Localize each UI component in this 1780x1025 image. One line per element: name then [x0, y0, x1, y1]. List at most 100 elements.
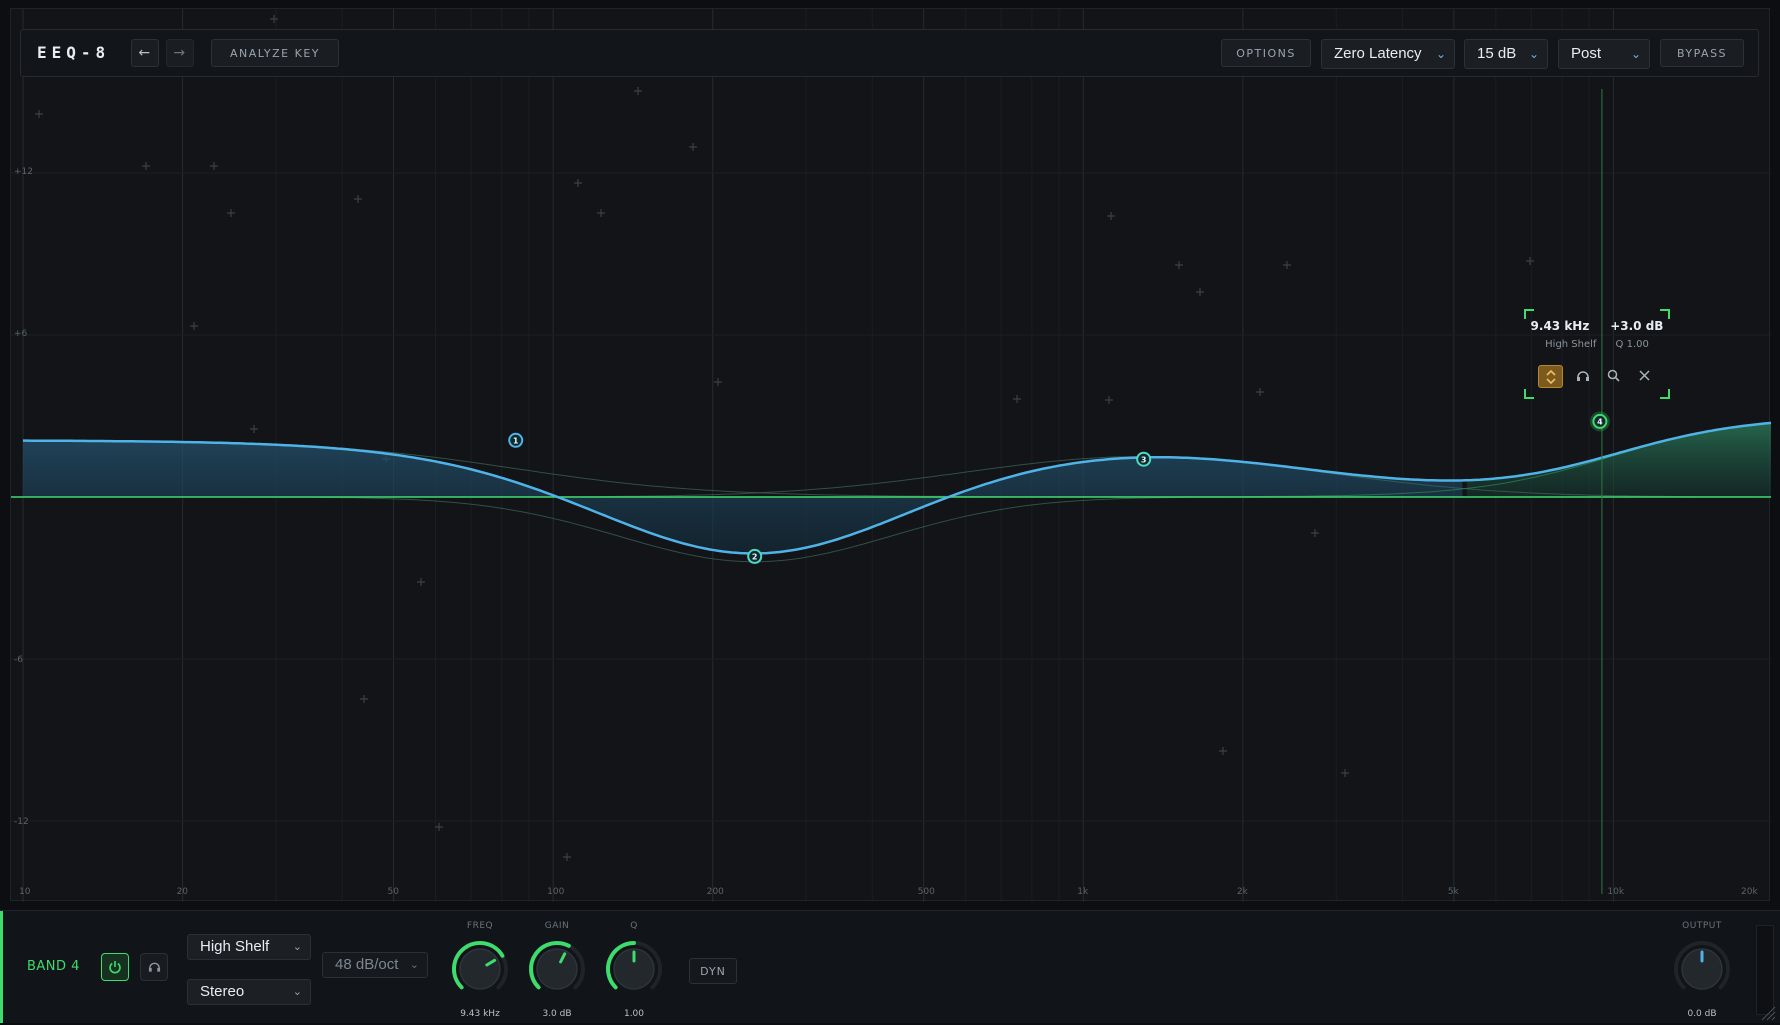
close-icon[interactable]: [1633, 365, 1656, 386]
star-dot: [270, 15, 278, 23]
mode-select[interactable]: Post ⌄: [1558, 39, 1650, 69]
q-knob-title: Q: [630, 921, 638, 931]
star-dot: [1311, 529, 1319, 537]
slope-select[interactable]: 48 dB/oct ⌄: [322, 952, 428, 978]
star-dot: [210, 162, 218, 170]
star-dot: [250, 425, 258, 433]
band-tooltip: 9.43 kHz +3.0 dB High Shelf Q 1.00: [1524, 309, 1670, 399]
range-value: 15 dB: [1477, 45, 1517, 62]
bypass-label: BYPASS: [1676, 46, 1728, 60]
arrow-left-icon: ←: [138, 45, 152, 61]
x-tick-label: 500: [917, 887, 935, 897]
output-meter: [1756, 925, 1774, 1015]
power-icon: [109, 961, 121, 974]
latency-value: Zero Latency: [1334, 45, 1422, 62]
star-dot: [354, 195, 362, 203]
band-node-2[interactable]: 2: [747, 548, 763, 564]
x-tick-label: 1k: [1077, 887, 1089, 897]
band-node-1[interactable]: 1: [508, 432, 524, 448]
range-select[interactable]: 15 dB ⌄: [1464, 39, 1548, 69]
headphones-icon: [148, 962, 160, 972]
star-dot: [1219, 747, 1227, 755]
star-dot: [190, 322, 198, 330]
q-knob[interactable]: [602, 937, 666, 1001]
star-dot: [417, 578, 425, 586]
tooltip-type: High Shelf: [1545, 339, 1597, 350]
filter-type-select[interactable]: High Shelf ⌄: [187, 934, 311, 960]
x-tick-label: 50: [387, 887, 399, 897]
slope-value: 48 dB/oct: [335, 956, 399, 973]
options-label: OPTIONS: [1236, 46, 1296, 60]
star-dot: [1107, 212, 1115, 220]
y-tick-label: +12: [14, 167, 33, 177]
search-icon[interactable]: [1602, 365, 1625, 386]
tooltip-values: 9.43 kHz +3.0 dB: [1524, 319, 1670, 333]
plugin-title: EEQ-8: [37, 43, 111, 62]
latency-select[interactable]: Zero Latency ⌄: [1321, 39, 1455, 69]
star-dot: [1526, 257, 1534, 265]
options-button[interactable]: OPTIONS: [1221, 39, 1311, 67]
dynamic-eq-button[interactable]: DYN: [689, 958, 737, 984]
band-node-4[interactable]: 4: [1589, 411, 1610, 432]
chevron-down-icon: ⌄: [409, 959, 419, 971]
star-dot: [689, 143, 697, 151]
band-node-label: 4: [1597, 418, 1603, 427]
chevron-down-icon: ⌄: [292, 941, 302, 953]
band-node-label: 3: [1141, 455, 1147, 464]
star-dot: [360, 695, 368, 703]
star-dot: [1175, 261, 1183, 269]
star-dot: [1256, 388, 1264, 396]
star-dot: [634, 87, 642, 95]
star-dot: [574, 179, 582, 187]
tooltip-q: Q 1.00: [1615, 339, 1649, 350]
tooltip-details: High Shelf Q 1.00: [1524, 339, 1670, 350]
analyze-key-button[interactable]: ANALYZE KEY: [211, 39, 339, 67]
x-tick-label: 10: [19, 887, 31, 897]
output-knob[interactable]: [1670, 937, 1734, 1001]
headphones-icon[interactable]: [1571, 365, 1594, 386]
band-solo-button[interactable]: [140, 953, 168, 981]
background-stars: [35, 15, 1534, 861]
freq-knob-title: FREQ: [466, 921, 494, 931]
chevron-down-icon: ⌄: [292, 986, 302, 998]
bypass-button[interactable]: BYPASS: [1660, 39, 1744, 67]
eq-graph-canvas[interactable]: 1 2 3 4: [11, 9, 1771, 902]
resize-handle[interactable]: [1760, 1005, 1776, 1021]
eq-graph[interactable]: 1 2 3 4 +12 +6 -6 -12 10 20 50 100 200 500 1k 2k 5k…: [10, 8, 1771, 902]
undo-button[interactable]: ←: [131, 39, 159, 67]
knob-body: [536, 948, 578, 990]
x-tick-label: 2k: [1236, 887, 1248, 897]
star-dot: [227, 209, 235, 217]
star-dot: [435, 823, 443, 831]
shape-toggle-icon[interactable]: [1538, 365, 1563, 388]
x-tick-label: 5k: [1447, 887, 1459, 897]
freq-knob[interactable]: [448, 937, 512, 1001]
band-node-3[interactable]: 3: [1136, 451, 1152, 467]
star-dot: [563, 853, 571, 861]
y-tick-label: +6: [14, 329, 28, 339]
star-dot: [1013, 395, 1021, 403]
arrow-right-icon: →: [173, 45, 187, 61]
freq-knob-value: 9.43 kHz: [460, 1009, 500, 1019]
channel-value: Stereo: [200, 983, 245, 1000]
star-dot: [1283, 261, 1291, 269]
channel-select[interactable]: Stereo ⌄: [187, 979, 311, 1005]
band-label: BAND 4: [27, 959, 80, 974]
star-dot: [597, 209, 605, 217]
x-tick-label: 100: [547, 887, 565, 897]
band-power-button[interactable]: [101, 953, 129, 981]
filter-type-value: High Shelf: [200, 938, 270, 955]
output-knob-title: OUTPUT: [1682, 921, 1722, 931]
band-node-label: 2: [752, 553, 758, 562]
chevron-down-icon: ⌄: [1528, 47, 1539, 61]
gain-knob[interactable]: [525, 937, 589, 1001]
tooltip-freq: 9.43 kHz: [1530, 319, 1590, 333]
curve-fill-green: [1466, 422, 1771, 497]
redo-button[interactable]: →: [166, 39, 194, 67]
output-knob-value: 0.0 dB: [1687, 1009, 1717, 1019]
analyze-key-label: ANALYZE KEY: [229, 46, 321, 60]
q-knob-value: 1.00: [623, 1009, 645, 1019]
x-tick-label: 200: [706, 887, 724, 897]
star-dot: [714, 378, 722, 386]
chevron-down-icon: ⌄: [1630, 47, 1641, 61]
